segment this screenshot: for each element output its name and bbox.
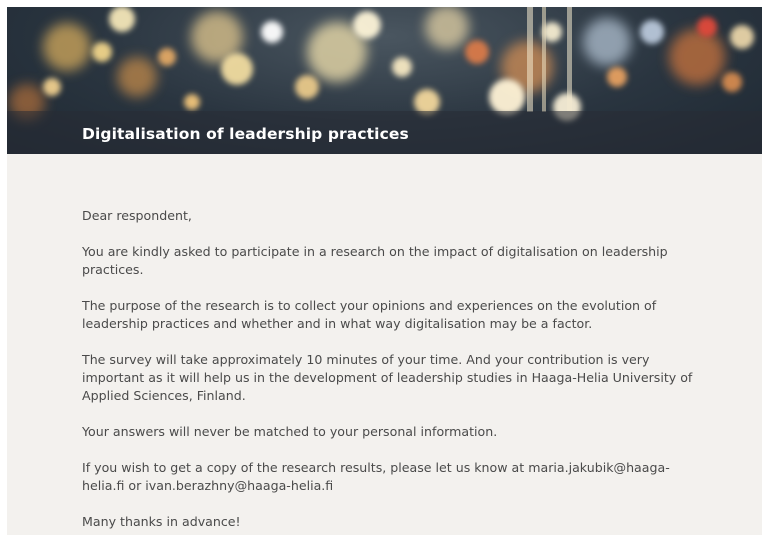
duration-paragraph: The survey will take approximately 10 mi…	[82, 352, 693, 403]
thanks-paragraph: Many thanks in advance!	[82, 514, 241, 529]
intro-text: Dear respondent, You are kindly asked to…	[82, 207, 702, 535]
intro-paragraph: You are kindly asked to participate in a…	[82, 244, 668, 277]
purpose-paragraph: The purpose of the research is to collec…	[82, 298, 657, 331]
contact-paragraph: If you wish to get a copy of the researc…	[82, 460, 670, 493]
header-banner: Digitalisation of leadership practices	[7, 7, 762, 154]
privacy-paragraph: Your answers will never be matched to yo…	[82, 424, 498, 439]
survey-card: Digitalisation of leadership practices D…	[7, 7, 762, 535]
greeting: Dear respondent,	[82, 208, 192, 223]
survey-title: Digitalisation of leadership practices	[82, 125, 409, 143]
